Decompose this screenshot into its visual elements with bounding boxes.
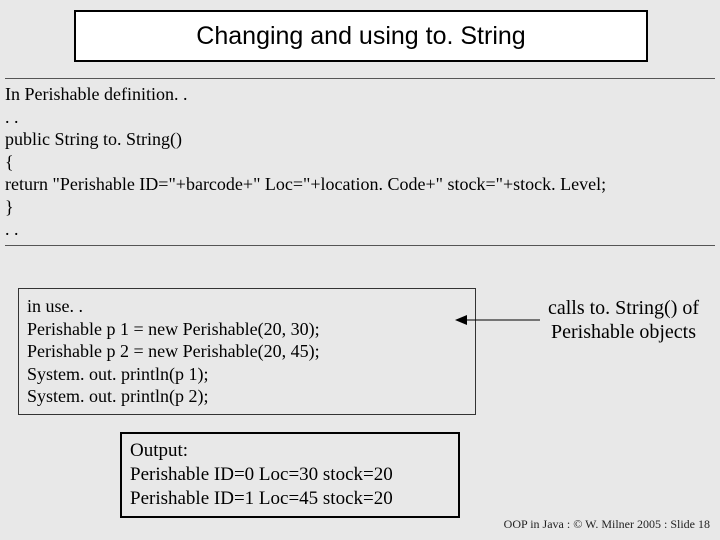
callout-line: calls to. String() of — [536, 296, 711, 320]
code-line: Perishable p 2 = new Perishable(20, 45); — [27, 340, 467, 363]
code-line: in use. . — [27, 295, 467, 318]
slide-title: Changing and using to. String — [196, 22, 525, 51]
code-line: System. out. println(p 2); — [27, 385, 467, 408]
code-line: } — [5, 196, 715, 219]
output-line: Perishable ID=1 Loc=45 stock=20 — [130, 487, 450, 511]
slide-footer: OOP in Java : © W. Milner 2005 : Slide 1… — [504, 517, 710, 532]
callout-line: Perishable objects — [536, 320, 711, 344]
definition-code-block: In Perishable definition. . . . public S… — [5, 78, 715, 246]
code-line: . . — [5, 218, 715, 241]
output-line: Output: — [130, 439, 450, 463]
code-line: Perishable p 1 = new Perishable(20, 30); — [27, 318, 467, 341]
output-block: Output: Perishable ID=0 Loc=30 stock=20 … — [120, 432, 460, 518]
code-line: . . — [5, 106, 715, 129]
code-line: In Perishable definition. . — [5, 83, 715, 106]
code-line: public String to. String() — [5, 128, 715, 151]
inuse-code-block: in use. . Perishable p 1 = new Perishabl… — [18, 288, 476, 415]
output-line: Perishable ID=0 Loc=30 stock=20 — [130, 463, 450, 487]
code-line: System. out. println(p 1); — [27, 363, 467, 386]
callout-label: calls to. String() of Perishable objects — [536, 296, 711, 344]
code-line: return "Perishable ID="+barcode+" Loc="+… — [5, 173, 715, 196]
slide-title-box: Changing and using to. String — [74, 10, 648, 62]
code-line: { — [5, 151, 715, 174]
arrow-icon — [455, 310, 540, 330]
